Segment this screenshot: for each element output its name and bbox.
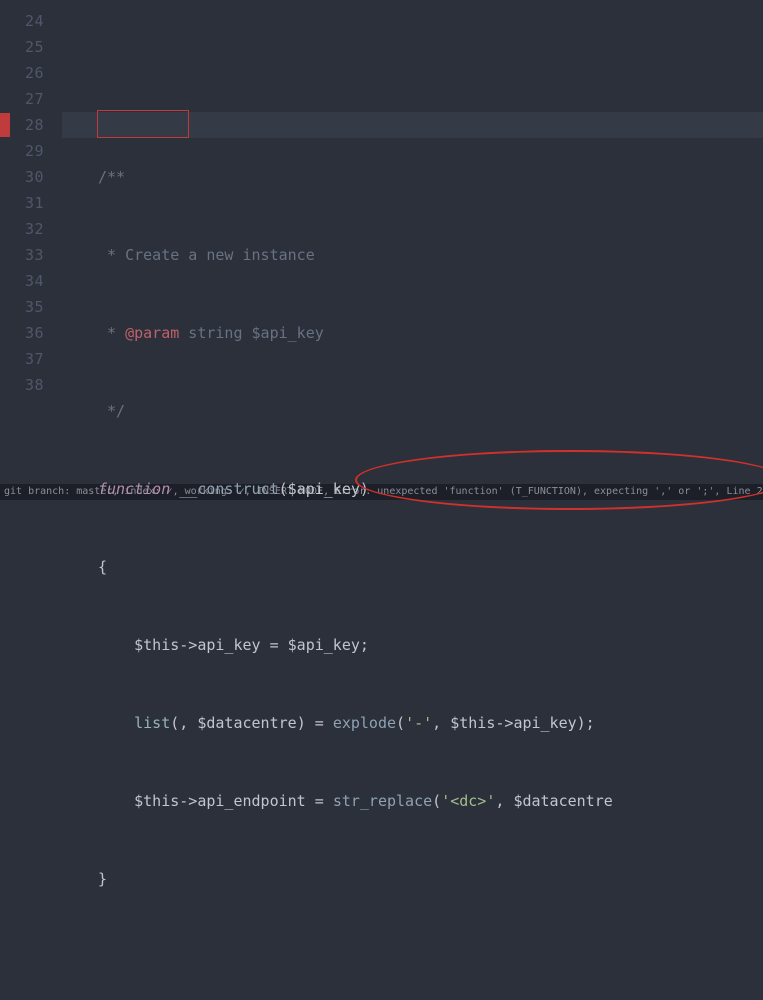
semi: ; — [360, 636, 369, 654]
indent — [98, 792, 134, 810]
property: api_key — [197, 636, 260, 654]
this: $this — [134, 636, 179, 654]
indent — [98, 714, 134, 732]
line-number: 25 — [0, 34, 44, 60]
line-number: 30 — [0, 164, 44, 190]
arrow: -> — [179, 636, 197, 654]
comment: /** — [98, 168, 125, 186]
comment-text: Create a new instance — [125, 246, 315, 264]
line-number: 31 — [0, 190, 44, 216]
paren: ( — [432, 792, 441, 810]
indent — [98, 636, 134, 654]
paren: (, — [170, 714, 197, 732]
phpdoc-tag: @param — [125, 324, 179, 342]
arrow: -> — [179, 792, 197, 810]
list-fn: list — [134, 714, 170, 732]
property: api_key — [513, 714, 576, 732]
property: api_endpoint — [197, 792, 305, 810]
variable: $api_key — [288, 636, 360, 654]
variable: $api_key — [288, 480, 360, 498]
variable: $datacentre — [513, 792, 612, 810]
string: '<dc>' — [441, 792, 495, 810]
error-marker — [0, 113, 10, 137]
line-number: 38 — [0, 372, 44, 398]
string: '-' — [405, 714, 432, 732]
function-call: str_replace — [333, 792, 432, 810]
comma: , — [432, 714, 450, 732]
comment: * — [98, 246, 125, 264]
paren: ( — [279, 480, 288, 498]
paren: ( — [396, 714, 405, 732]
comment-text: string $api_key — [179, 324, 324, 342]
code-area[interactable]: /** * Create a new instance * @param str… — [62, 0, 763, 500]
line-number-gutter: 24 25 26 27 28 29 30 31 32 33 34 35 36 3… — [0, 0, 62, 500]
brace: } — [98, 870, 107, 888]
line-number: 29 — [0, 138, 44, 164]
comment: * — [98, 324, 125, 342]
paren: ); — [577, 714, 595, 732]
eq: = — [306, 792, 333, 810]
function-call: explode — [333, 714, 396, 732]
paren: ) = — [297, 714, 333, 732]
line-number: 24 — [0, 8, 44, 34]
line-number: 32 — [0, 216, 44, 242]
line-number: 37 — [0, 346, 44, 372]
eq: = — [261, 636, 288, 654]
keyword-function: function — [98, 480, 170, 498]
this: $this — [134, 792, 179, 810]
comment: */ — [98, 402, 125, 420]
comma: , — [495, 792, 513, 810]
line-number: 33 — [0, 242, 44, 268]
code-editor: 24 25 26 27 28 29 30 31 32 33 34 35 36 3… — [0, 0, 763, 500]
function-name: __construct — [170, 480, 278, 498]
line-number: 34 — [0, 268, 44, 294]
line-number: 27 — [0, 86, 44, 112]
brace: { — [98, 558, 107, 576]
this: $this — [450, 714, 495, 732]
line-number: 26 — [0, 60, 44, 86]
paren: ) — [360, 480, 369, 498]
line-number: 36 — [0, 320, 44, 346]
line-number: 35 — [0, 294, 44, 320]
arrow: -> — [495, 714, 513, 732]
variable: $datacentre — [197, 714, 296, 732]
